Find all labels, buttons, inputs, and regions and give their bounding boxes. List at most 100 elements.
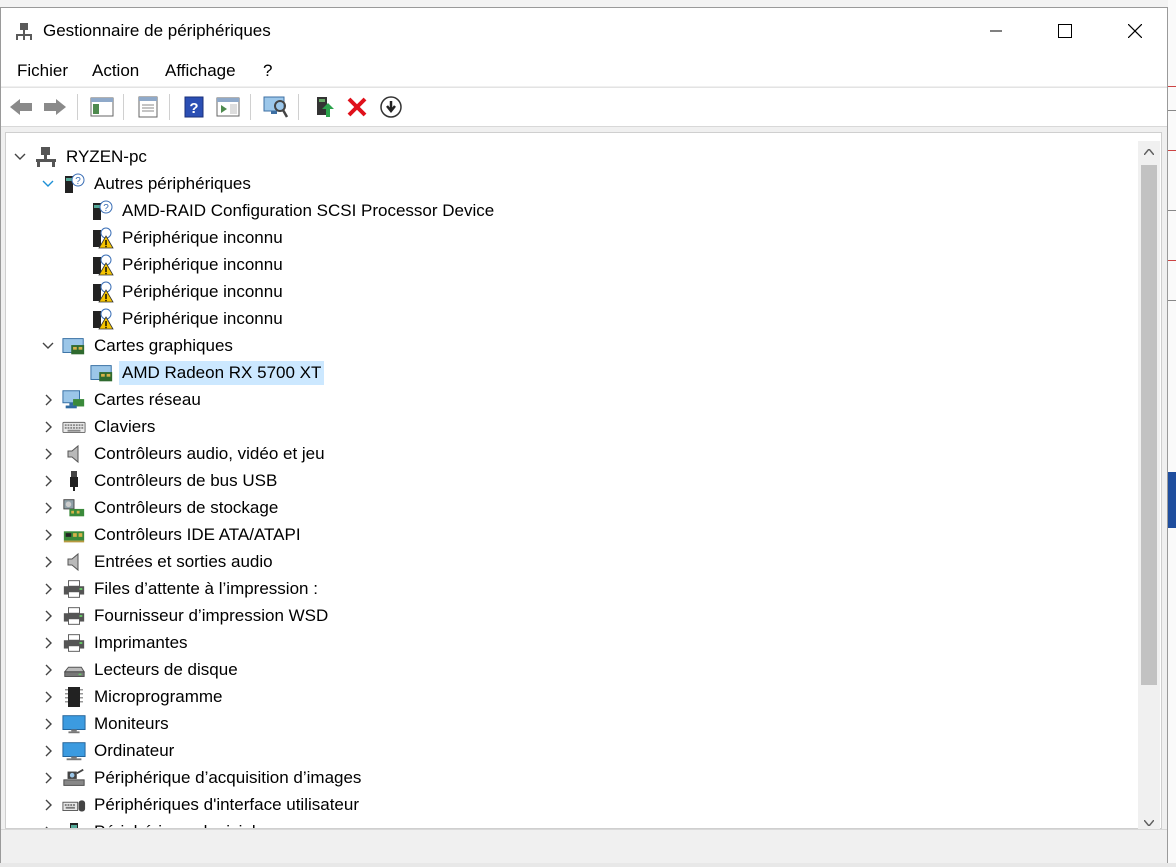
disk-drive-icon [62,659,86,681]
tree-item-label: AMD Radeon RX 5700 XT [119,360,325,385]
warning-device-icon [90,281,114,303]
tree-item-label: Périphérique inconnu [122,227,283,247]
printer-icon [62,578,86,600]
menu-affichage[interactable]: Affichage [165,61,236,81]
chevron-right-icon[interactable] [40,635,56,651]
scroll-thumb[interactable] [1141,165,1157,685]
tree-root-ryzen-pc[interactable]: RYZEN-pc [12,143,150,170]
tree-device-peripherique-inconnu[interactable]: Périphérique inconnu [68,305,286,332]
properties-icon[interactable] [135,94,161,120]
tree-item-label: Imprimantes [94,632,188,652]
chevron-right-icon[interactable] [40,473,56,489]
storage-controller-icon [62,497,86,519]
status-bar [1,829,1167,863]
computer-icon [62,740,86,762]
chevron-right-icon[interactable] [40,392,56,408]
chevron-right-icon[interactable] [40,797,56,813]
minimize-button[interactable] [973,8,1019,54]
tree-category-peripheriques-logiciels[interactable]: Périphériques logiciels [40,818,267,829]
printer-icon [62,605,86,627]
chevron-right-icon[interactable] [40,689,56,705]
close-button[interactable] [1112,8,1158,54]
tree-category-entrees-et-sorties-audio[interactable]: Entrées et sorties audio [40,548,276,575]
tree-device-amd-raid-configuration-scsi-processor-device[interactable]: ? AMD-RAID Configuration SCSI Processor D… [68,197,497,224]
display-adapter-icon [90,362,114,384]
desktop-background-right [1168,0,1176,867]
tree-category-controleurs-de-stockage[interactable]: Contrôleurs de stockage [40,494,281,521]
computer-tree-icon [34,146,58,168]
tree-category-peripheriques-d-interface-utilisateur[interactable]: Périphériques d'interface utilisateur [40,791,362,818]
menu-help[interactable]: ? [263,61,272,81]
tree-category-lecteurs-de-disque[interactable]: Lecteurs de disque [40,656,241,683]
chevron-right-icon[interactable] [40,446,56,462]
software-device-icon [62,821,86,828]
chevron-right-icon[interactable] [40,662,56,678]
chevron-right-icon[interactable] [40,419,56,435]
tree-item-label: Périphérique inconnu [122,281,283,301]
chevron-right-icon[interactable] [40,554,56,570]
chevron-right-icon[interactable] [40,743,56,759]
tree-item-label: Périphérique inconnu [122,308,283,328]
help-icon[interactable]: ? [181,94,207,120]
action-pane-icon[interactable] [215,94,241,120]
back-arrow-icon[interactable] [8,94,34,120]
chevron-right-icon[interactable] [40,527,56,543]
svg-text:?: ? [103,203,109,214]
tree-category-controleurs-ide-ata-atapi[interactable]: Contrôleurs IDE ATA/ATAPI [40,521,304,548]
vertical-scrollbar[interactable] [1138,141,1160,834]
menu-fichier[interactable]: Fichier [17,61,68,81]
firmware-chip-icon [62,686,86,708]
disable-device-icon[interactable] [378,94,404,120]
tree-item-label: RYZEN-pc [66,146,147,166]
display-adapter-icon [62,335,86,357]
tree-category-cartes-reseau[interactable]: Cartes réseau [40,386,204,413]
tree-item-label: Contrôleurs de stockage [94,497,279,517]
tree-category-autres-peripheriques[interactable]: ? Autres périphériques [40,170,254,197]
device-tree: RYZEN-pc? Autres périphériques? AMD-RAID C… [5,132,1162,829]
tree-item-label: Microprogramme [94,686,223,706]
tree-category-ordinateur[interactable]: Ordinateur [40,737,177,764]
ide-controller-icon [62,524,86,546]
tree-category-microprogramme[interactable]: Microprogramme [40,683,225,710]
tree-device-peripherique-inconnu[interactable]: Périphérique inconnu [68,278,286,305]
tree-item-label: Claviers [94,416,156,436]
hid-icon [62,794,86,816]
tree-category-moniteurs[interactable]: Moniteurs [40,710,172,737]
tree-category-controleurs-de-bus-usb[interactable]: Contrôleurs de bus USB [40,467,280,494]
tree-category-files-d-attente-a-l-impression[interactable]: Files d’attente à l’impression : [40,575,321,602]
title-bar[interactable]: Gestionnaire de périphériques [1,8,1167,54]
tree-item-label: Périphériques logiciels [91,820,267,829]
tree-item-label: Contrôleurs de bus USB [94,470,278,490]
tree-category-peripherique-d-acquisition-d-images[interactable]: Périphérique d’acquisition d’images [40,764,364,791]
tree-category-controleurs-audio-video-et-jeu[interactable]: Contrôleurs audio, vidéo et jeu [40,440,328,467]
tree-item-label: Autres périphériques [94,173,251,193]
scroll-up-arrow-icon[interactable] [1138,141,1160,163]
update-driver-icon[interactable] [311,94,337,120]
chevron-down-icon[interactable] [40,176,56,192]
chevron-right-icon[interactable] [40,581,56,597]
tree-item-label: Périphériques d'interface utilisateur [94,794,360,814]
menu-action[interactable]: Action [92,61,139,81]
tree-device-amd-radeon-rx-5700-xt[interactable]: AMD Radeon RX 5700 XT [68,359,325,386]
forward-arrow-icon[interactable] [42,94,68,120]
chevron-right-icon[interactable] [40,500,56,516]
tree-item-label: Entrées et sorties audio [94,551,273,571]
tree-category-cartes-graphiques[interactable]: Cartes graphiques [40,332,236,359]
tree-device-peripherique-inconnu[interactable]: Périphérique inconnu [68,251,286,278]
scan-hardware-icon[interactable] [263,94,289,120]
chevron-right-icon[interactable] [40,716,56,732]
uninstall-icon[interactable] [344,94,370,120]
tree-item-label: Moniteurs [94,713,169,733]
chevron-down-icon[interactable] [12,149,28,165]
warning-device-icon [90,308,114,330]
chevron-right-icon[interactable] [40,608,56,624]
show-hide-console-tree-icon[interactable] [89,94,115,120]
chevron-right-icon[interactable] [40,770,56,786]
maximize-button[interactable] [1042,8,1088,54]
chevron-down-icon[interactable] [40,338,56,354]
tree-item-label: Périphérique inconnu [122,254,283,274]
tree-category-imprimantes[interactable]: Imprimantes [40,629,191,656]
tree-category-fournisseur-d-impression-wsd[interactable]: Fournisseur d’impression WSD [40,602,331,629]
tree-device-peripherique-inconnu[interactable]: Périphérique inconnu [68,224,286,251]
tree-category-claviers[interactable]: Claviers [40,413,158,440]
